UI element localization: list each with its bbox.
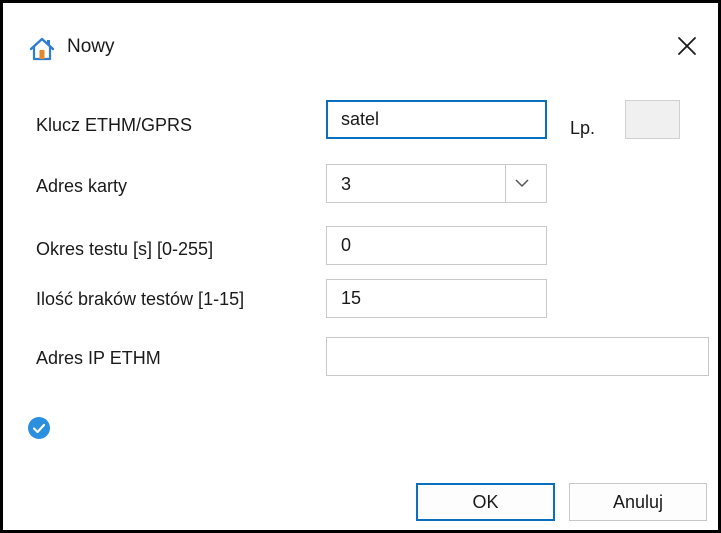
lp-label: Lp. bbox=[570, 118, 596, 138]
lp-field bbox=[625, 100, 680, 139]
close-button[interactable] bbox=[667, 29, 707, 65]
home-icon bbox=[29, 37, 55, 61]
window-title: Nowy bbox=[67, 36, 115, 57]
check-circle-icon bbox=[28, 417, 50, 439]
card-address-label: Adres karty bbox=[36, 176, 128, 196]
chevron-down-icon[interactable] bbox=[513, 176, 531, 190]
card-address-select[interactable]: 3 bbox=[326, 164, 547, 203]
cancel-button[interactable]: Anuluj bbox=[569, 483, 707, 521]
close-icon bbox=[678, 37, 696, 55]
missing-tests-label: Ilość braków testów [1-15] bbox=[36, 289, 245, 309]
missing-tests-input[interactable] bbox=[326, 279, 547, 318]
ip-address-label: Adres IP ETHM bbox=[36, 348, 161, 368]
title-bar: Nowy bbox=[3, 3, 718, 83]
key-input[interactable] bbox=[326, 100, 547, 139]
dialog-window: Nowy Klucz ETHM/GPRS Lp. Adres karty 3 O… bbox=[0, 0, 721, 533]
ip-address-input[interactable] bbox=[326, 337, 709, 376]
key-label: Klucz ETHM/GPRS bbox=[36, 115, 193, 135]
test-period-input[interactable] bbox=[326, 226, 547, 265]
test-period-label: Okres testu [s] [0-255] bbox=[36, 239, 214, 259]
card-address-value: 3 bbox=[341, 174, 352, 194]
ok-button[interactable]: OK bbox=[416, 483, 555, 521]
select-divider bbox=[505, 165, 506, 202]
